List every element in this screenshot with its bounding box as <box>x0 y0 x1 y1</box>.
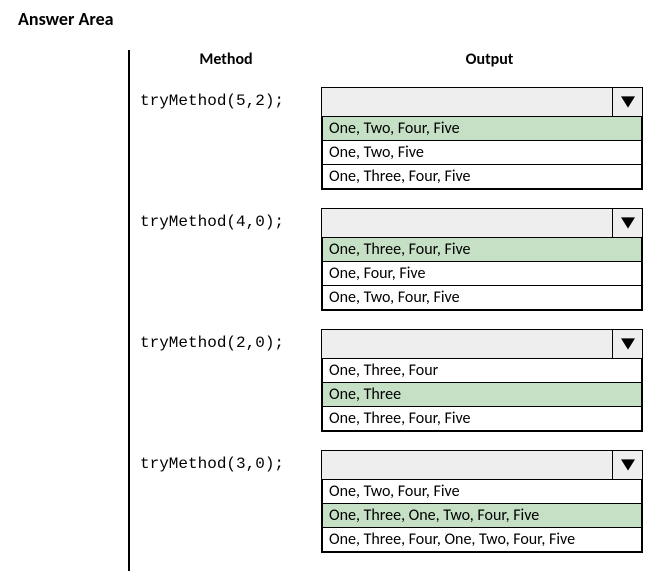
chevron-down-icon[interactable] <box>612 209 642 237</box>
dropdown-options: One, Three, Four, FiveOne, Four, FiveOne… <box>321 238 643 311</box>
dropdown-option[interactable]: One, Three, Four, Five <box>323 406 641 430</box>
dropdown-option[interactable]: One, Three, Four, Five <box>323 238 641 261</box>
dropdown-option[interactable]: One, Three, Four <box>323 359 641 382</box>
dropdown-options: One, Two, Four, FiveOne, Two, FiveOne, T… <box>321 117 643 190</box>
output-dropdown[interactable] <box>321 87 643 117</box>
output-cell: One, Two, Four, FiveOne, Three, One, Two… <box>321 450 643 553</box>
column-header-output: Output <box>316 50 663 69</box>
dropdown-selected-value <box>322 451 612 479</box>
dropdown-option[interactable]: One, Three, Four, One, Two, Four, Five <box>323 527 641 551</box>
method-cell: tryMethod(2,0); <box>136 329 321 352</box>
page-title: Answer Area <box>18 8 663 30</box>
output-cell: One, Three, Four, FiveOne, Four, FiveOne… <box>321 208 643 311</box>
output-dropdown[interactable] <box>321 329 643 359</box>
output-dropdown[interactable] <box>321 450 643 480</box>
output-cell: One, Three, FourOne, ThreeOne, Three, Fo… <box>321 329 643 432</box>
table-row: tryMethod(4,0);One, Three, Four, FiveOne… <box>136 208 663 311</box>
chevron-down-icon[interactable] <box>612 451 642 479</box>
dropdown-options: One, Three, FourOne, ThreeOne, Three, Fo… <box>321 359 643 432</box>
vertical-divider <box>128 50 130 571</box>
column-header-method: Method <box>136 50 316 69</box>
output-dropdown[interactable] <box>321 208 643 238</box>
table-row: tryMethod(2,0);One, Three, FourOne, Thre… <box>136 329 663 432</box>
dropdown-option[interactable]: One, Three, One, Two, Four, Five <box>323 503 641 527</box>
dropdown-selected-value <box>322 88 612 116</box>
dropdown-option[interactable]: One, Two, Four, Five <box>323 117 641 140</box>
dropdown-option[interactable]: One, Two, Five <box>323 140 641 164</box>
dropdown-options: One, Two, Four, FiveOne, Three, One, Two… <box>321 480 643 553</box>
dropdown-option[interactable]: One, Two, Four, Five <box>323 285 641 309</box>
dropdown-selected-value <box>322 209 612 237</box>
dropdown-option[interactable]: One, Four, Five <box>323 261 641 285</box>
chevron-down-icon[interactable] <box>612 88 642 116</box>
output-cell: One, Two, Four, FiveOne, Two, FiveOne, T… <box>321 87 643 190</box>
table-row: tryMethod(5,2);One, Two, Four, FiveOne, … <box>136 87 663 190</box>
table-row: tryMethod(3,0);One, Two, Four, FiveOne, … <box>136 450 663 553</box>
dropdown-selected-value <box>322 330 612 358</box>
dropdown-option[interactable]: One, Two, Four, Five <box>323 480 641 503</box>
dropdown-option[interactable]: One, Three, Four, Five <box>323 164 641 188</box>
method-cell: tryMethod(5,2); <box>136 87 321 110</box>
dropdown-option[interactable]: One, Three <box>323 382 641 406</box>
chevron-down-icon[interactable] <box>612 330 642 358</box>
method-cell: tryMethod(3,0); <box>136 450 321 473</box>
method-cell: tryMethod(4,0); <box>136 208 321 231</box>
